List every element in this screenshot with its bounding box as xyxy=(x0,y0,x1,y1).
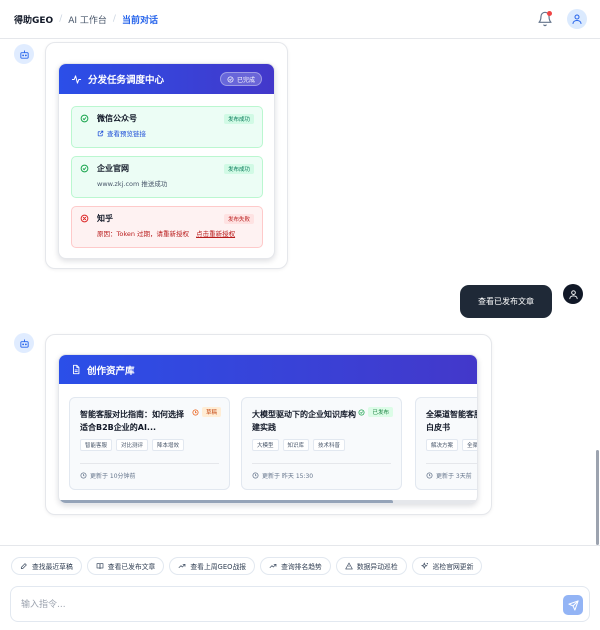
trending-up-icon xyxy=(269,562,277,570)
breadcrumb-workspace[interactable]: AI 工作台 xyxy=(68,13,107,26)
warning-icon xyxy=(345,562,353,570)
tag: 对比测评 xyxy=(116,439,149,451)
tag: 知识库 xyxy=(282,439,310,451)
asset-title: 大模型驱动下的企业知识库构建实践 xyxy=(252,410,356,432)
quick-action-site-update[interactable]: 巡检官网更新 xyxy=(411,557,483,575)
command-input-box xyxy=(10,586,590,622)
asset-library-title: 创作资产库 xyxy=(87,365,135,377)
sparkles-icon xyxy=(420,562,429,570)
tag: 全渠 xyxy=(462,439,477,451)
asset-updated-time: 更新于 昨天 15:30 xyxy=(252,463,391,480)
asset-title: 全渠道智能客服白皮书 xyxy=(426,410,478,432)
dispatch-card-header: 分发任务调度中心 已完成 xyxy=(59,64,274,94)
clock-icon xyxy=(80,472,87,479)
tag: 智能客服 xyxy=(80,439,113,451)
task-status-tag: 发布成功 xyxy=(223,163,254,174)
check-circle-icon xyxy=(80,114,89,123)
task-item-zhihu: 知乎 发布失败 原因：Token 过期，请重新授权 点击重新授权 xyxy=(71,206,263,248)
quick-action-anomaly-check[interactable]: 数据异动巡检 xyxy=(335,557,407,575)
asset-updated-time: 更新于 10分钟前 xyxy=(80,463,219,480)
bot-avatar-icon xyxy=(14,333,34,353)
quick-action-published[interactable]: 查看已发布文章 xyxy=(86,557,165,575)
scrollbar-thumb[interactable] xyxy=(596,450,599,545)
breadcrumb-separator: / xyxy=(59,14,63,24)
user-avatar-button[interactable] xyxy=(567,9,587,29)
tag: 技术科普 xyxy=(313,439,346,451)
clock-icon xyxy=(252,472,259,479)
scrollbar-thumb[interactable] xyxy=(59,500,393,503)
assistant-message-bubble: 分发任务调度中心 已完成 微信公众号 发布成功 查看预览链接 企业官网 发布成功… xyxy=(45,42,288,269)
chat-area[interactable]: 分发任务调度中心 已完成 微信公众号 发布成功 查看预览链接 企业官网 发布成功… xyxy=(0,40,600,545)
external-link-icon xyxy=(97,130,104,137)
task-item-website: 企业官网 发布成功 www.zkj.com 推送成功 xyxy=(71,156,263,198)
asset-tags: 解决方案 全渠 xyxy=(426,439,477,451)
breadcrumb-separator: / xyxy=(112,14,116,24)
check-circle-icon xyxy=(80,164,89,173)
document-icon xyxy=(71,364,81,375)
asset-updated-time: 更新于 3天前 xyxy=(426,463,477,480)
preview-link[interactable]: 查看预览链接 xyxy=(97,128,254,138)
breadcrumb-current: 当前对话 xyxy=(121,15,158,26)
task-channel-name: 企业官网 xyxy=(97,164,129,173)
tag: 解决方案 xyxy=(426,439,459,451)
vertical-scrollbar[interactable] xyxy=(596,40,600,545)
task-status-tag: 发布成功 xyxy=(223,113,254,124)
asset-title: 智能客服对比指南：如何选择适合B2B企业的AI... xyxy=(80,410,184,432)
x-circle-icon xyxy=(80,214,89,223)
asset-library-card: 创作资产库 智能客服对比指南：如何选择适合B2B企业的AI... 草稿 智能客服… xyxy=(58,354,478,504)
top-header: 得助GEO / AI 工作台 / 当前对话 xyxy=(0,0,600,39)
user-message-bubble: 查看已发布文章 xyxy=(460,285,552,318)
asset-card-item[interactable]: 智能客服对比指南：如何选择适合B2B企业的AI... 草稿 智能客服 对比测评 … xyxy=(69,397,230,490)
quick-actions: 查找最近草稿 查看已发布文章 查看上周GEO战报 查询排名趋势 数据异动巡检 巡… xyxy=(11,557,483,575)
breadcrumb: 得助GEO / AI 工作台 / 当前对话 xyxy=(14,13,158,26)
notification-bell-icon[interactable] xyxy=(537,11,553,27)
asset-status-badge: 已发布 xyxy=(358,407,393,417)
clock-icon xyxy=(426,472,433,479)
send-button[interactable] xyxy=(563,595,583,615)
horizontal-scrollbar[interactable] xyxy=(59,500,477,503)
quick-action-find-drafts[interactable]: 查找最近草稿 xyxy=(11,557,82,575)
dispatch-card-title: 分发任务调度中心 xyxy=(88,75,165,86)
user-avatar-icon xyxy=(563,284,583,304)
send-icon xyxy=(567,599,579,611)
task-channel-name: 知乎 xyxy=(97,214,113,223)
status-badge: 已完成 xyxy=(219,72,262,86)
book-icon xyxy=(96,562,104,570)
asset-library-header: 创作资产库 xyxy=(59,355,477,384)
pencil-icon xyxy=(20,562,28,570)
reauthorize-link[interactable]: 点击重新授权 xyxy=(196,228,235,238)
asset-card-item[interactable]: 大模型驱动下的企业知识库构建实践 已发布 大模型 知识库 技术科普 更新于 昨天… xyxy=(241,397,402,490)
asset-tags: 大模型 知识库 技术科普 xyxy=(252,439,391,451)
task-channel-name: 微信公众号 xyxy=(97,114,137,123)
quick-action-weekly-report[interactable]: 查看上周GEO战报 xyxy=(169,557,256,575)
quick-action-ranking-trend[interactable]: 查询排名趋势 xyxy=(260,557,331,575)
tag: 大模型 xyxy=(252,439,279,451)
bot-avatar-icon xyxy=(14,44,34,64)
command-input[interactable] xyxy=(21,597,541,613)
task-error-detail: 原因：Token 过期，请重新授权 点击重新授权 xyxy=(97,228,236,238)
task-status-tag: 发布失败 xyxy=(223,213,254,224)
task-item-wechat: 微信公众号 发布成功 查看预览链接 xyxy=(71,106,263,148)
trending-up-icon xyxy=(178,562,186,570)
tag: 降本增效 xyxy=(152,439,185,451)
asset-card-item[interactable]: 全渠道智能客服白皮书 解决方案 全渠 更新于 3天前 xyxy=(415,397,478,490)
breadcrumb-root[interactable]: 得助GEO xyxy=(14,13,53,26)
asset-status-badge: 草稿 xyxy=(192,407,221,417)
dispatch-task-card: 分发任务调度中心 已完成 微信公众号 发布成功 查看预览链接 企业官网 发布成功… xyxy=(58,63,275,259)
composer: 查找最近草稿 查看已发布文章 查看上周GEO战报 查询排名趋势 数据异动巡检 巡… xyxy=(0,545,600,630)
activity-icon xyxy=(71,74,82,85)
notification-dot xyxy=(547,11,552,16)
task-detail: www.zkj.com 推送成功 xyxy=(97,180,168,188)
asset-tags: 智能客服 对比测评 降本增效 xyxy=(80,439,219,451)
